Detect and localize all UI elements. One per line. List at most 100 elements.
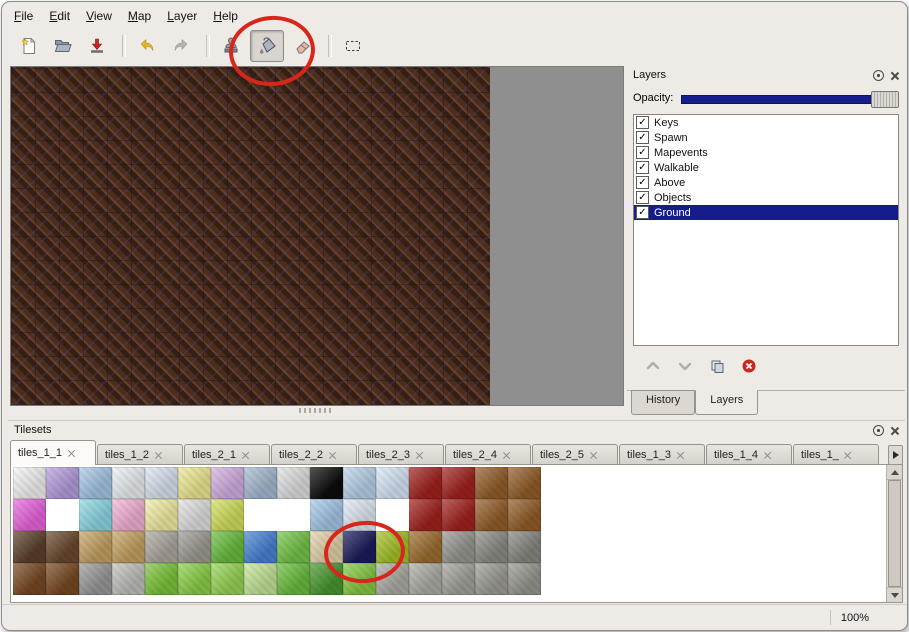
- tile-0-7[interactable]: [244, 467, 277, 499]
- tile-2-6[interactable]: [211, 531, 244, 563]
- fill-tool-button[interactable]: [250, 30, 284, 62]
- tile-3-15[interactable]: [508, 563, 541, 595]
- tile-0-13[interactable]: [442, 467, 475, 499]
- tile-2-12[interactable]: [409, 531, 442, 563]
- tile-2-7[interactable]: [244, 531, 277, 563]
- new-file-button[interactable]: [14, 32, 44, 60]
- layer-move-down-button[interactable]: [675, 356, 695, 376]
- tile-3-6[interactable]: [211, 563, 244, 595]
- undo-button[interactable]: [132, 32, 162, 60]
- tile-2-9[interactable]: [310, 531, 343, 563]
- menu-item-view[interactable]: View: [78, 6, 120, 26]
- tile-0-11[interactable]: [376, 467, 409, 499]
- tileset-tab-tiles_2_5[interactable]: tiles_2_5: [532, 444, 618, 465]
- tile-0-15[interactable]: [508, 467, 541, 499]
- layer-row-ground[interactable]: ✓Ground: [634, 205, 898, 220]
- map-view[interactable]: [11, 67, 490, 405]
- layer-visibility-checkbox[interactable]: ✓: [636, 146, 649, 159]
- tab-close-icon[interactable]: [154, 451, 162, 459]
- close-panel-icon[interactable]: [890, 426, 899, 435]
- menu-item-help[interactable]: Help: [205, 6, 246, 26]
- tile-1-4[interactable]: [145, 499, 178, 531]
- tile-1-15[interactable]: [508, 499, 541, 531]
- tile-0-1[interactable]: [46, 467, 79, 499]
- redo-button[interactable]: [166, 32, 196, 60]
- layer-visibility-checkbox[interactable]: ✓: [636, 206, 649, 219]
- layer-visibility-checkbox[interactable]: ✓: [636, 161, 649, 174]
- scroll-up-button[interactable]: [887, 465, 902, 480]
- layer-row-keys[interactable]: ✓Keys: [634, 115, 898, 130]
- tile-0-0[interactable]: [13, 467, 46, 499]
- layer-row-walkable[interactable]: ✓Walkable: [634, 160, 898, 175]
- tile-2-14[interactable]: [475, 531, 508, 563]
- float-panel-icon[interactable]: [873, 70, 884, 81]
- tileset-tab-tiles_1_[interactable]: tiles_1_: [793, 444, 879, 465]
- canvas-splitter[interactable]: [10, 406, 622, 414]
- tile-2-10[interactable]: [343, 531, 376, 563]
- opacity-slider[interactable]: [681, 90, 899, 106]
- tile-3-4[interactable]: [145, 563, 178, 595]
- map-canvas[interactable]: [10, 66, 624, 406]
- menu-item-layer[interactable]: Layer: [159, 6, 205, 26]
- tab-close-icon[interactable]: [502, 451, 510, 459]
- tile-3-2[interactable]: [79, 563, 112, 595]
- tile-1-0[interactable]: [13, 499, 46, 531]
- tile-3-0[interactable]: [13, 563, 46, 595]
- tile-1-9[interactable]: [310, 499, 343, 531]
- tileset-tab-tiles_1_4[interactable]: tiles_1_4: [706, 444, 792, 465]
- tab-close-icon[interactable]: [763, 451, 771, 459]
- close-panel-icon[interactable]: [890, 71, 899, 80]
- tab-close-icon[interactable]: [67, 449, 75, 457]
- menu-item-file[interactable]: File: [6, 6, 41, 26]
- tab-close-icon[interactable]: [676, 451, 684, 459]
- tile-0-8[interactable]: [277, 467, 310, 499]
- tile-2-0[interactable]: [13, 531, 46, 563]
- tile-3-1[interactable]: [46, 563, 79, 595]
- tile-2-3[interactable]: [112, 531, 145, 563]
- scrollbar-thumb[interactable]: [888, 480, 901, 587]
- tile-0-4[interactable]: [145, 467, 178, 499]
- palette-scrollbar[interactable]: [886, 465, 902, 602]
- tile-3-9[interactable]: [310, 563, 343, 595]
- tab-close-icon[interactable]: [328, 451, 336, 459]
- tile-1-14[interactable]: [475, 499, 508, 531]
- tab-close-icon[interactable]: [415, 451, 423, 459]
- tile-3-3[interactable]: [112, 563, 145, 595]
- tile-2-1[interactable]: [46, 531, 79, 563]
- layer-visibility-checkbox[interactable]: ✓: [636, 116, 649, 129]
- tab-close-icon[interactable]: [844, 451, 852, 459]
- tile-3-13[interactable]: [442, 563, 475, 595]
- tile-3-12[interactable]: [409, 563, 442, 595]
- float-panel-icon[interactable]: [873, 425, 884, 436]
- tile-0-5[interactable]: [178, 467, 211, 499]
- tile-1-10[interactable]: [343, 499, 376, 531]
- tab-close-icon[interactable]: [589, 451, 597, 459]
- eraser-tool-button[interactable]: [288, 32, 318, 60]
- tile-3-5[interactable]: [178, 563, 211, 595]
- open-file-button[interactable]: [48, 32, 78, 60]
- tile-1-12[interactable]: [409, 499, 442, 531]
- tile-2-13[interactable]: [442, 531, 475, 563]
- tile-1-5[interactable]: [178, 499, 211, 531]
- save-file-button[interactable]: [82, 32, 112, 60]
- layer-visibility-checkbox[interactable]: ✓: [636, 131, 649, 144]
- tileset-tab-tiles_2_3[interactable]: tiles_2_3: [358, 444, 444, 465]
- tile-2-11[interactable]: [376, 531, 409, 563]
- layer-row-spawn[interactable]: ✓Spawn: [634, 130, 898, 145]
- stamp-tool-button[interactable]: [216, 32, 246, 60]
- tile-0-6[interactable]: [211, 467, 244, 499]
- tile-0-3[interactable]: [112, 467, 145, 499]
- tile-2-4[interactable]: [145, 531, 178, 563]
- tile-2-15[interactable]: [508, 531, 541, 563]
- tileset-tab-tiles_1_2[interactable]: tiles_1_2: [97, 444, 183, 465]
- tileset-tab-tiles_2_4[interactable]: tiles_2_4: [445, 444, 531, 465]
- tile-0-10[interactable]: [343, 467, 376, 499]
- tileset-tab-tiles_1_3[interactable]: tiles_1_3: [619, 444, 705, 465]
- menu-item-map[interactable]: Map: [120, 6, 159, 26]
- tileset-tab-tiles_2_1[interactable]: tiles_2_1: [184, 444, 270, 465]
- tile-2-8[interactable]: [277, 531, 310, 563]
- scroll-down-button[interactable]: [887, 587, 902, 602]
- tileset-tab-tiles_2_2[interactable]: tiles_2_2: [271, 444, 357, 465]
- tile-3-11[interactable]: [376, 563, 409, 595]
- tab-scroll-right-button[interactable]: [888, 445, 903, 465]
